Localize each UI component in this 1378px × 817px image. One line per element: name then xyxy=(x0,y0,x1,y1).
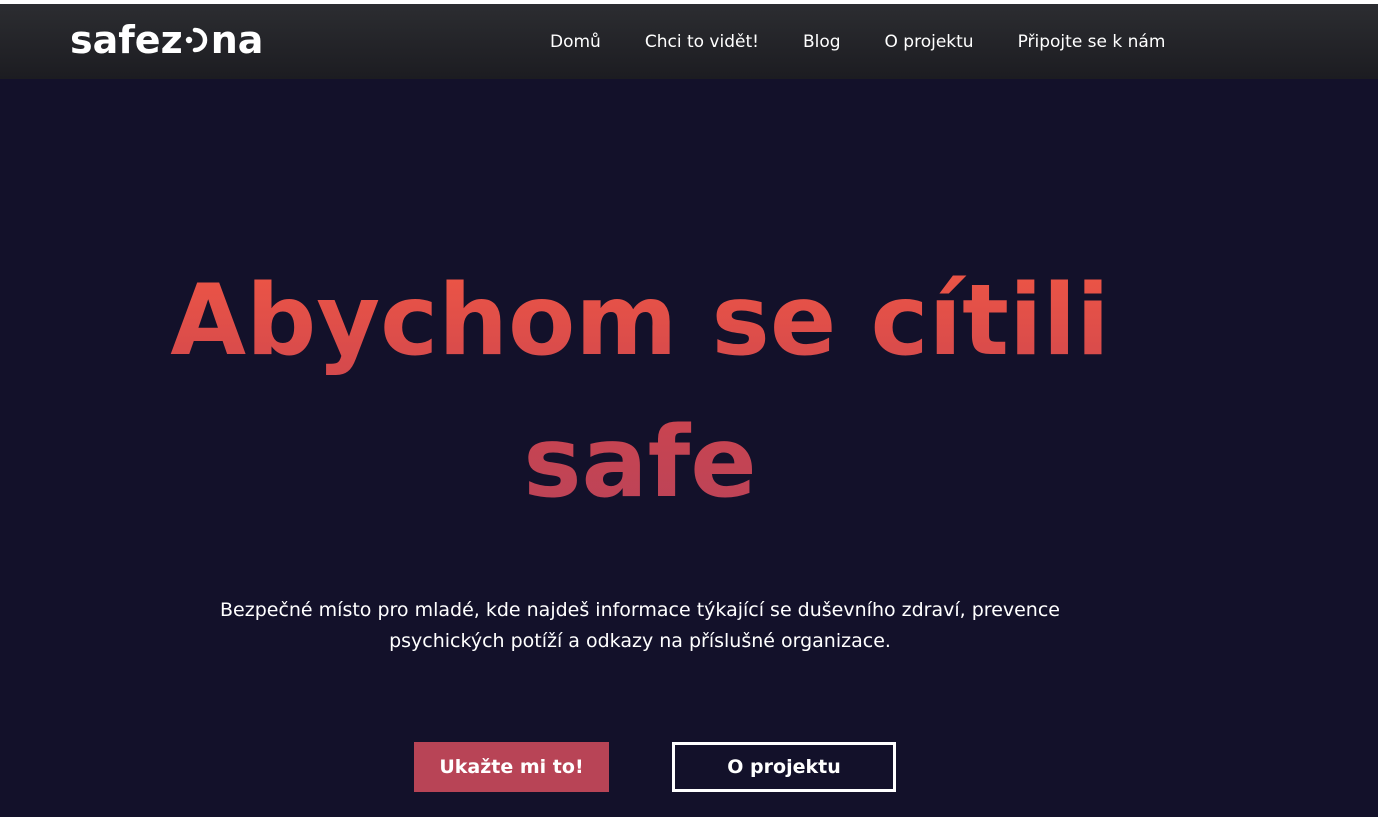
about-project-button[interactable]: O projektu xyxy=(672,742,896,792)
hero-subtitle-line-2: psychických potíží a odkazy na příslušné… xyxy=(389,630,891,652)
nav-item-show-me[interactable]: Chci to vidět! xyxy=(645,32,759,52)
nav-item-home[interactable]: Domů xyxy=(550,32,601,52)
main-nav: Domů Chci to vidět! Blog O projektu Přip… xyxy=(530,4,1187,79)
hero-title-line-1: Abychom se cítili xyxy=(170,264,1110,378)
toggle-ring-icon xyxy=(184,17,210,63)
show-me-button[interactable]: Ukažte mi to! xyxy=(414,742,609,792)
logo-text-suffix: na xyxy=(210,18,264,62)
nav-item-blog[interactable]: Blog xyxy=(803,32,841,52)
navbar: safez na Domů Chci to vidět! Blog O proj… xyxy=(0,4,1378,79)
logo[interactable]: safez na xyxy=(70,17,263,63)
hero-subtitle-line-1: Bezpečné místo pro mladé, kde najdeš inf… xyxy=(220,599,1060,621)
hero-subtitle: Bezpečné místo pro mladé, kde najdeš inf… xyxy=(140,595,1140,657)
nav-item-join[interactable]: Připojte se k nám xyxy=(1018,32,1166,52)
nav-item-about[interactable]: O projektu xyxy=(885,32,974,52)
logo-text-prefix: safez xyxy=(70,18,183,62)
hero-title: Abychom se cítili safe xyxy=(0,250,1280,534)
hero-title-line-2: safe xyxy=(523,406,757,520)
